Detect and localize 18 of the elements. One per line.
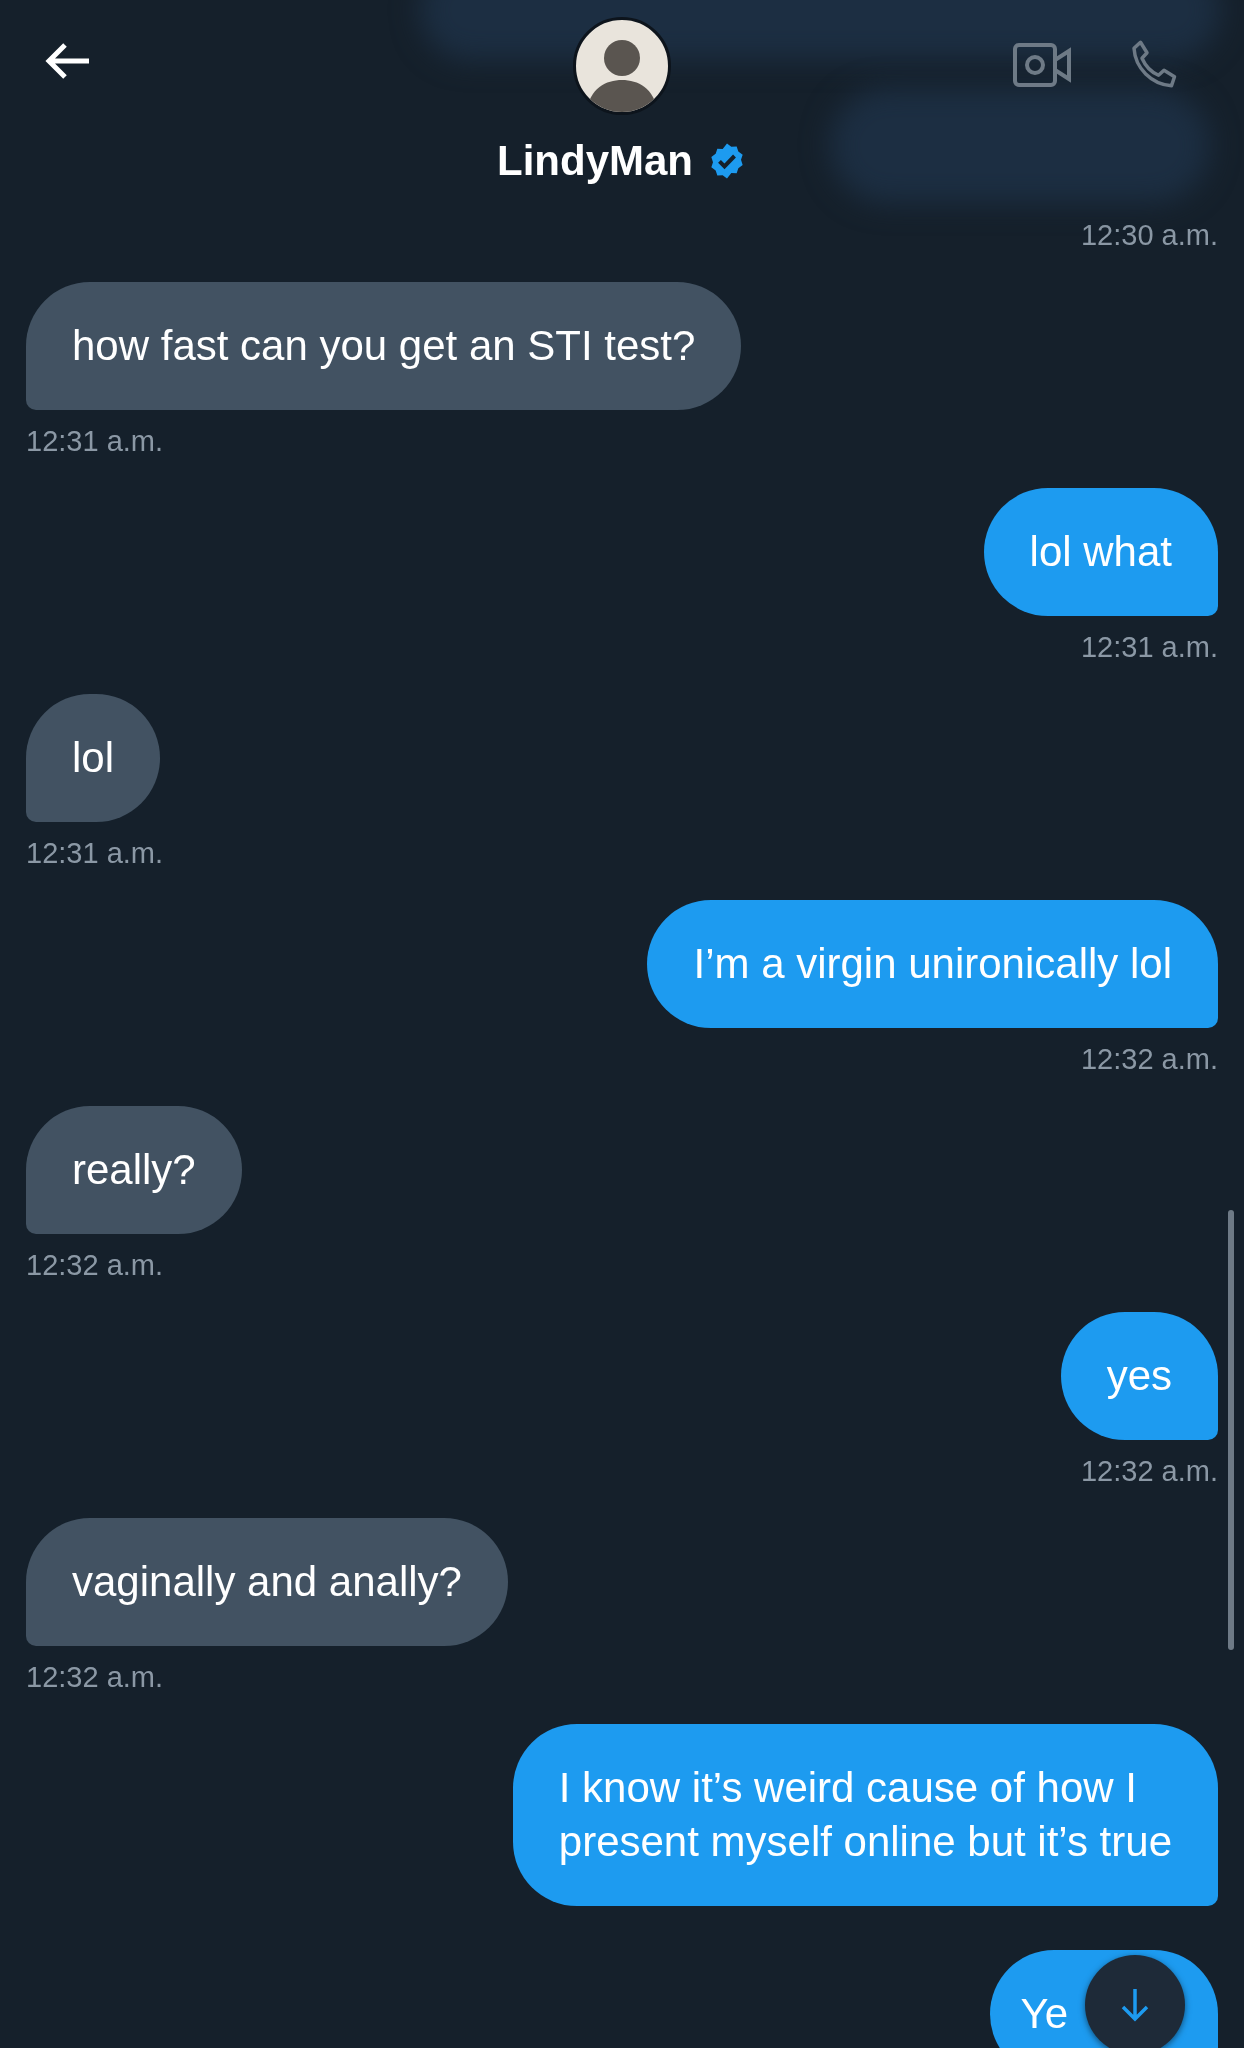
received-message: really? bbox=[26, 1106, 242, 1234]
sent-message: lol what bbox=[983, 488, 1218, 616]
received-message: how fast can you get an STI test? bbox=[26, 282, 742, 410]
timestamp: 12:30 a.m. bbox=[1080, 218, 1218, 252]
timestamp: 12:31 a.m. bbox=[26, 424, 164, 458]
timestamp: 12:32 a.m. bbox=[1080, 1454, 1218, 1488]
timestamp: 12:32 a.m. bbox=[1080, 1042, 1218, 1076]
received-message: lol bbox=[26, 694, 161, 822]
timestamp: 12:31 a.m. bbox=[26, 836, 164, 870]
sent-message: I know it’s weird cause of how I present myself online but it’s true bbox=[512, 1724, 1218, 1906]
sent-message: yes bbox=[1060, 1312, 1218, 1440]
timestamp: 12:32 a.m. bbox=[26, 1248, 164, 1282]
received-message: vaginally and anally? bbox=[26, 1518, 508, 1646]
timestamp: 12:32 a.m. bbox=[26, 1660, 164, 1694]
contact-name: LindyMan bbox=[497, 137, 693, 185]
scrollbar[interactable] bbox=[1228, 1210, 1234, 1650]
timestamp: 12:31 a.m. bbox=[1080, 630, 1218, 664]
sent-message: I’m a virgin unironically lol bbox=[647, 900, 1218, 1028]
